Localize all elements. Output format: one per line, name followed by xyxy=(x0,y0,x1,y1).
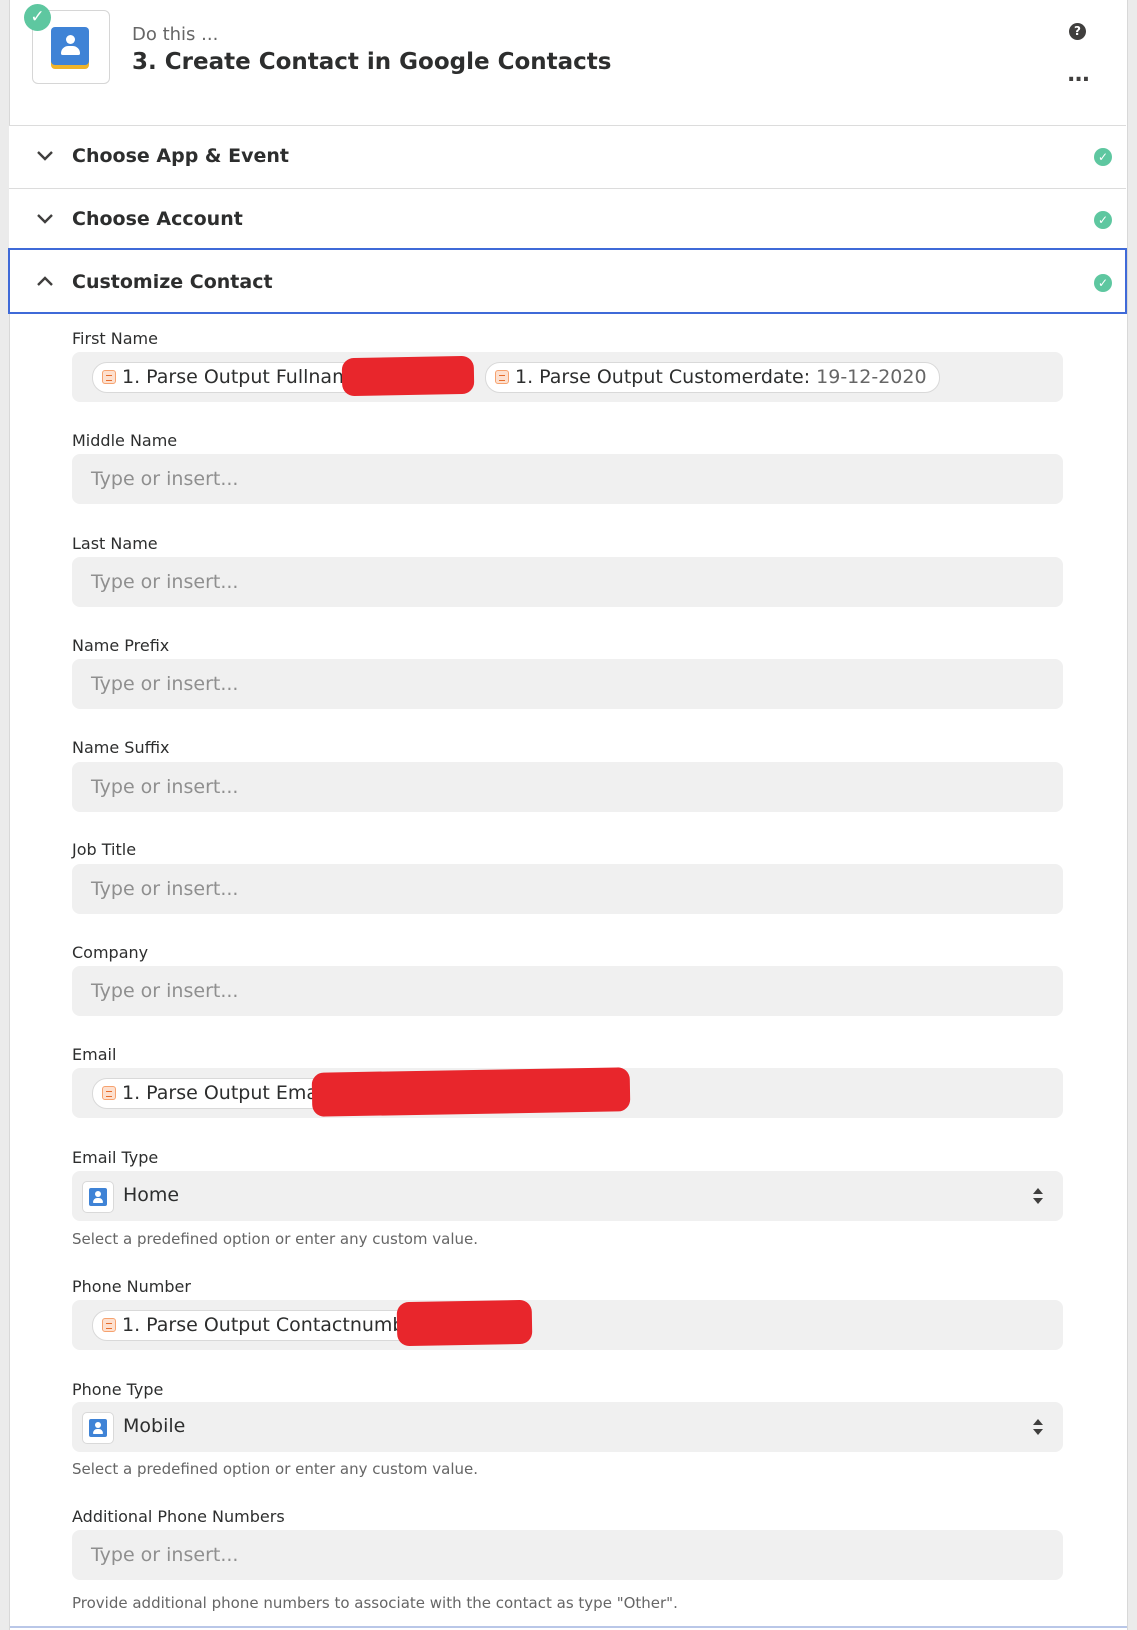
chevron-down-icon xyxy=(36,149,53,163)
email-label: Email xyxy=(72,1045,117,1064)
job-title-input[interactable]: Type or insert... xyxy=(72,864,1063,914)
step-complete-check-icon: ✓ xyxy=(24,4,51,31)
token-pill[interactable]: 1. Parse Output Contactnumber: xyxy=(92,1310,444,1341)
parser-token-icon xyxy=(102,1318,116,1332)
additional-phones-help: Provide additional phone numbers to asso… xyxy=(72,1594,678,1612)
google-contacts-icon xyxy=(82,1412,114,1444)
placeholder-text: Type or insert... xyxy=(91,571,239,593)
success-check-icon: ✓ xyxy=(1094,211,1112,229)
middle-name-input[interactable]: Type or insert... xyxy=(72,454,1063,504)
token-value: 19-12-2020 xyxy=(816,366,927,388)
token-label: 1. Parse Output Customerdate: xyxy=(515,366,811,388)
section-customize-contact[interactable]: Customize Contact ✓ xyxy=(8,248,1127,314)
name-suffix-label: Name Suffix xyxy=(72,738,170,757)
google-contacts-icon xyxy=(51,27,89,65)
last-name-label: Last Name xyxy=(72,534,158,553)
selected-value: Mobile xyxy=(123,1415,186,1437)
phone-number-label: Phone Number xyxy=(72,1277,191,1296)
placeholder-text: Type or insert... xyxy=(91,980,239,1002)
question-circle-icon[interactable]: ? xyxy=(1069,23,1086,40)
token-pill[interactable]: 1. Parse Output Customerdate: 19-12-2020 xyxy=(485,362,940,393)
name-suffix-input[interactable]: Type or insert... xyxy=(72,762,1063,812)
placeholder-text: Type or insert... xyxy=(91,1544,239,1566)
placeholder-text: Type or insert... xyxy=(91,673,239,695)
redacted-mark xyxy=(311,1067,631,1117)
phone-type-help: Select a predefined option or enter any … xyxy=(72,1460,478,1478)
step-title: 3. Create Contact in Google Contacts xyxy=(132,49,612,75)
success-check-icon: ✓ xyxy=(1094,148,1112,166)
token-pill[interactable]: 1. Parse Output Email: xyxy=(92,1078,349,1109)
email-type-select[interactable]: Home xyxy=(72,1171,1063,1221)
placeholder-text: Type or insert... xyxy=(91,468,239,490)
step-pre-title: Do this ... xyxy=(132,24,219,45)
section-choose-account[interactable]: Choose Account ✓ xyxy=(9,188,1126,251)
phone-type-select[interactable]: Mobile xyxy=(72,1402,1063,1452)
token-label: 1. Parse Output Contactnumber: xyxy=(122,1314,431,1336)
redacted-mark xyxy=(396,1299,533,1347)
token-pill[interactable]: 1. Parse Output Fullname: xyxy=(92,362,382,393)
google-contacts-icon xyxy=(82,1181,114,1213)
more-options-icon[interactable]: ... xyxy=(1067,62,1090,87)
first-name-input[interactable]: 1. Parse Output Fullname: 1. Parse Outpu… xyxy=(72,352,1063,402)
section-choose-app-event[interactable]: Choose App & Event ✓ xyxy=(9,125,1126,188)
phone-type-label: Phone Type xyxy=(72,1380,164,1399)
parser-token-icon xyxy=(102,370,116,384)
job-title-label: Job Title xyxy=(72,840,137,859)
parser-token-icon xyxy=(102,1086,116,1100)
name-prefix-input[interactable]: Type or insert... xyxy=(72,659,1063,709)
middle-name-label: Middle Name xyxy=(72,431,178,450)
last-name-input[interactable]: Type or insert... xyxy=(72,557,1063,607)
success-check-icon: ✓ xyxy=(1094,274,1112,292)
selected-value: Home xyxy=(123,1184,180,1206)
company-label: Company xyxy=(72,943,149,962)
section-label: Customize Contact xyxy=(72,271,273,293)
name-prefix-label: Name Prefix xyxy=(72,636,170,655)
company-input[interactable]: Type or insert... xyxy=(72,966,1063,1016)
additional-phones-input[interactable]: Type or insert... xyxy=(72,1530,1063,1580)
token-label: 1. Parse Output Fullname: xyxy=(122,366,369,388)
email-type-label: Email Type xyxy=(72,1148,159,1167)
additional-phones-label: Additional Phone Numbers xyxy=(72,1507,285,1526)
chevron-up-icon xyxy=(36,274,53,288)
placeholder-text: Type or insert... xyxy=(91,776,239,798)
redacted-mark xyxy=(341,355,475,397)
token-label: 1. Parse Output Email: xyxy=(122,1082,336,1104)
select-arrows-icon[interactable] xyxy=(1032,1186,1044,1206)
section-label: Choose Account xyxy=(72,208,243,230)
chevron-down-icon xyxy=(36,212,53,226)
section-label: Choose App & Event xyxy=(72,145,289,167)
email-type-help: Select a predefined option or enter any … xyxy=(72,1230,478,1248)
parser-token-icon xyxy=(495,370,509,384)
phone-number-input[interactable]: 1. Parse Output Contactnumber: xyxy=(72,1299,1063,1350)
email-input[interactable]: 1. Parse Output Email: xyxy=(72,1067,1063,1118)
placeholder-text: Type or insert... xyxy=(91,878,239,900)
select-arrows-icon[interactable] xyxy=(1032,1417,1044,1437)
panel-bottom-border xyxy=(10,1626,1127,1628)
first-name-label: First Name xyxy=(72,329,158,348)
